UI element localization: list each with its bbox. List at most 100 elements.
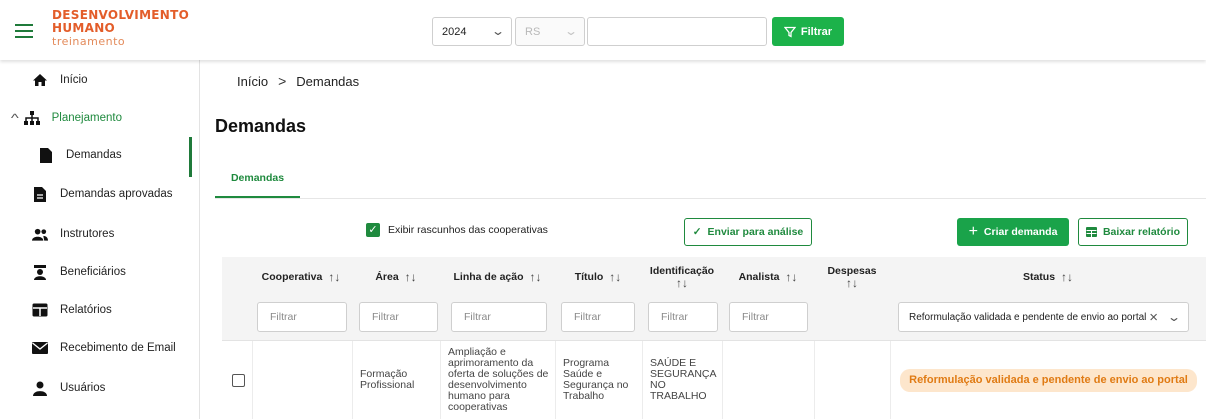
sidebar-item-label: Relatórios — [60, 304, 112, 316]
table-icon — [1085, 227, 1097, 237]
filter-cooperativa-input[interactable]: Filtrar — [257, 302, 347, 332]
file-icon — [38, 147, 54, 163]
sidebar-item-label: Planejamento — [51, 112, 122, 124]
column-header-titulo[interactable]: Título ↑↓ — [555, 257, 641, 297]
sidebar-item-label: Beneficiários — [60, 266, 126, 278]
column-header-linha-acao[interactable]: Linha de ação ↑↓ — [440, 257, 555, 297]
top-header: DESENVOLVIMENTO HUMANO treinamento 2024 … — [0, 0, 1206, 60]
cell-status: Reformulação validada e pendente de envi… — [890, 341, 1206, 419]
download-report-button[interactable]: Baixar relatório — [1078, 218, 1188, 246]
chevron-down-icon: ⌄ — [563, 24, 579, 38]
column-label: Despesas — [827, 264, 877, 277]
cell-text: Formação Profissional — [360, 368, 415, 391]
filter-placeholder: Filtrar — [661, 311, 688, 323]
funnel-icon — [783, 26, 796, 38]
show-drafts-checkbox[interactable]: ✓ Exibir rascunhos das cooperativas — [366, 223, 548, 237]
filter-linha-acao-input[interactable]: Filtrar — [451, 302, 547, 332]
cooperative-search-input[interactable] — [587, 17, 767, 46]
filter-placeholder: Filtrar — [464, 311, 491, 323]
clear-icon[interactable]: × — [1149, 309, 1158, 326]
sort-icon: ↑↓ — [785, 269, 798, 284]
sidebar-item-relatorios[interactable]: Relatórios — [0, 292, 200, 328]
column-label: Analista — [738, 270, 780, 283]
table-row[interactable]: Formação Profissional Ampliação e aprimo… — [222, 341, 1206, 419]
sidebar-item-recebimento-email[interactable]: Recebimento de Email — [0, 330, 200, 366]
create-demand-label: Criar demanda — [983, 226, 1058, 238]
download-report-label: Baixar relatório — [1102, 226, 1181, 238]
status-badge: Reformulação validada e pendente de envi… — [900, 368, 1197, 392]
sidebar-item-demandas-aprovadas[interactable]: Demandas aprovadas — [0, 176, 200, 212]
year-select[interactable]: 2024 ⌄ — [432, 17, 512, 46]
filter-identificacao-input[interactable]: Filtrar — [648, 302, 718, 332]
cell-titulo: Programa Saúde e Segurança no Trabalho — [555, 341, 642, 419]
table-icon — [32, 302, 48, 318]
tab-demandas[interactable]: Demandas — [215, 160, 300, 198]
beneficiary-icon — [32, 264, 48, 280]
chevron-up-icon: ^ — [10, 111, 19, 125]
state-value: RS — [525, 25, 541, 38]
row-checkbox[interactable] — [232, 374, 245, 387]
sort-icon: ↑↓ — [404, 269, 417, 284]
logo-line-2: HUMANO — [52, 21, 116, 35]
sidebar-item-planejamento[interactable]: ^ Planejamento — [0, 100, 200, 136]
create-demand-button[interactable]: + Criar demanda — [957, 218, 1069, 246]
cell-text: Ampliação e aprimoramento da oferta de s… — [448, 346, 549, 413]
filter-area-input[interactable]: Filtrar — [359, 302, 438, 332]
filter-titulo-input[interactable]: Filtrar — [561, 302, 635, 332]
state-select[interactable]: RS ⌄ — [515, 17, 585, 46]
column-header-area[interactable]: Área ↑↓ — [352, 257, 440, 297]
status-filter-value: Reformulação validada e pendente de envi… — [909, 311, 1147, 323]
sidebar-item-instrutores[interactable]: Instrutores — [0, 216, 200, 252]
file-icon — [32, 186, 48, 202]
filter-button[interactable]: Filtrar — [772, 17, 844, 46]
column-header-identificacao[interactable]: Identificação ↑↓ — [642, 257, 722, 297]
column-label: Cooperativa — [261, 270, 323, 283]
user-icon — [32, 380, 48, 396]
column-header-despesas[interactable]: Despesas ↑↓ — [814, 257, 890, 297]
filter-placeholder: Filtrar — [372, 311, 399, 323]
cell-identificacao: SAÚDE E SEGURANÇA NO TRABALHO — [642, 341, 722, 419]
sidebar-item-label: Demandas aprovadas — [60, 188, 173, 200]
send-for-analysis-button[interactable]: ✓ Enviar para análise — [684, 218, 812, 246]
breadcrumb-separator: > — [278, 73, 287, 89]
column-label: Área — [375, 270, 399, 283]
cell-area: Formação Profissional — [352, 341, 440, 419]
filter-button-label: Filtrar — [800, 25, 833, 38]
sidebar-item-inicio[interactable]: Início — [0, 62, 200, 98]
plus-icon: + — [968, 223, 978, 240]
chevron-down-icon: ⌄ — [1166, 310, 1182, 324]
filter-status-select[interactable]: Reformulação validada e pendente de envi… — [898, 302, 1189, 332]
app-logo[interactable]: DESENVOLVIMENTO HUMANO treinamento — [52, 9, 189, 49]
column-label: Linha de ação — [453, 270, 524, 283]
tabs-divider — [215, 198, 1206, 199]
column-header-status[interactable]: Status ↑↓ — [890, 257, 1206, 297]
breadcrumb: Início > Demandas — [237, 73, 359, 89]
cell-linha-acao: Ampliação e aprimoramento da oferta de s… — [440, 341, 555, 419]
sitemap-icon — [23, 110, 40, 126]
chevron-down-icon: ⌄ — [490, 24, 506, 38]
column-header-cooperativa[interactable]: Cooperativa ↑↓ — [252, 257, 350, 297]
sidebar-item-label: Instrutores — [60, 228, 115, 240]
send-for-analysis-label: Enviar para análise — [707, 226, 804, 238]
filter-placeholder: Filtrar — [270, 311, 297, 323]
sort-icon: ↑↓ — [328, 269, 341, 284]
users-icon — [32, 226, 48, 242]
active-indicator — [189, 137, 192, 177]
sidebar-item-usuarios[interactable]: Usuários — [0, 370, 200, 406]
sidebar-item-label: Usuários — [60, 382, 106, 394]
column-label: Identificação — [649, 264, 715, 277]
check-icon: ✓ — [692, 226, 702, 238]
breadcrumb-home-link[interactable]: Início — [237, 74, 268, 89]
envelope-icon — [32, 340, 48, 356]
show-drafts-label: Exibir rascunhos das cooperativas — [388, 224, 548, 236]
page-title: Demandas — [215, 116, 307, 136]
sidebar-item-beneficiarios[interactable]: Beneficiários — [0, 254, 200, 290]
sort-icon: ↑↓ — [846, 275, 858, 290]
filter-analista-input[interactable]: Filtrar — [729, 302, 808, 332]
sidebar-item-demandas[interactable]: Demandas — [0, 137, 200, 173]
column-header-analista[interactable]: Analista ↑↓ — [722, 257, 814, 297]
cell-text: SAÚDE E SEGURANÇA NO TRABALHO — [650, 357, 716, 402]
menu-icon[interactable] — [15, 24, 33, 38]
sidebar-item-label: Início — [60, 74, 88, 86]
sort-icon: ↑↓ — [609, 269, 622, 284]
